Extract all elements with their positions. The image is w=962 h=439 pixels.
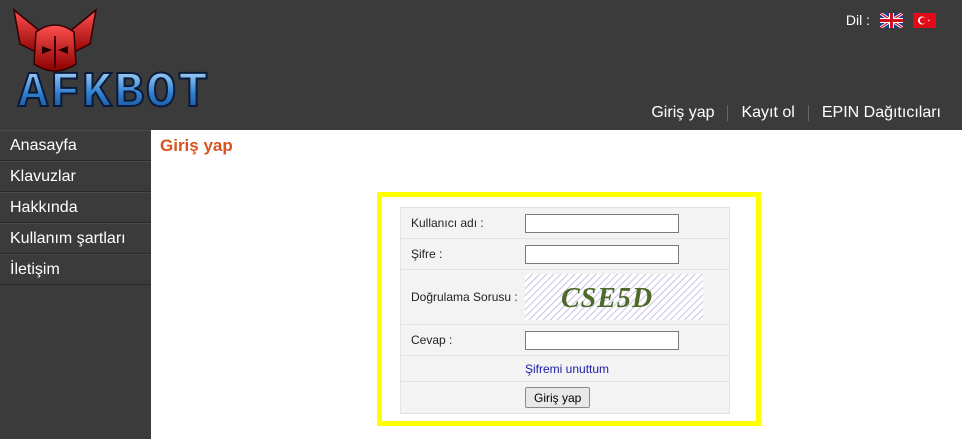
nav-separator: [807, 105, 809, 121]
nav-epin-distributors[interactable]: EPIN Dağıtıcıları: [822, 104, 941, 122]
sidebar: Anasayfa Klavuzlar Hakkında Kullanım şar…: [0, 130, 151, 439]
sidebar-item-terms[interactable]: Kullanım şartları: [0, 223, 151, 254]
login-highlight-frame: Kullanıcı adı : Şifre : Doğrulama Sorusu…: [377, 192, 761, 426]
language-label: Dil :: [845, 12, 870, 28]
submit-row: Giriş yap: [401, 382, 729, 413]
language-selector: Dil :: [846, 12, 936, 28]
top-navigation: Giriş yap Kayıt ol EPIN Dağıtıcıları: [651, 104, 941, 122]
nav-register[interactable]: Kayıt ol: [741, 104, 794, 122]
page-title: Giriş yap: [160, 136, 233, 155]
forgot-password-link[interactable]: Şifremi unuttum: [525, 362, 609, 376]
sidebar-item-guides[interactable]: Klavuzlar: [0, 161, 151, 192]
uk-flag-icon[interactable]: [880, 12, 903, 28]
nav-separator: [727, 105, 729, 121]
captcha-label: Doğrulama Sorusu :: [411, 290, 518, 304]
logo-text: AFKBOT: [18, 65, 210, 118]
captcha-image: CSE5D: [525, 274, 703, 320]
answer-row: Cevap :: [401, 325, 729, 356]
main-content: Giriş yap Kullanıcı adı : Şifre : Doğrul…: [151, 130, 962, 439]
login-button[interactable]: Giriş yap: [525, 387, 591, 408]
answer-label: Cevap :: [411, 333, 453, 347]
sidebar-item-contact[interactable]: İletişim: [0, 254, 151, 285]
password-label: Şifre :: [411, 247, 443, 261]
username-input[interactable]: [525, 213, 679, 233]
nav-login[interactable]: Giriş yap: [651, 104, 714, 122]
login-form: Kullanıcı adı : Şifre : Doğrulama Sorusu…: [400, 207, 730, 414]
password-input[interactable]: [525, 244, 679, 264]
forgot-row: Şifremi unuttum: [401, 356, 729, 382]
username-label: Kullanıcı adı :: [411, 216, 484, 230]
captcha-row: Doğrulama Sorusu : CSE5D: [401, 270, 729, 325]
turkey-flag-icon[interactable]: [913, 12, 936, 28]
captcha-text: CSE5D: [561, 283, 653, 314]
afkbot-logo[interactable]: AFKBOT: [6, 6, 236, 118]
username-row: Kullanıcı adı :: [401, 208, 729, 239]
header: AFKBOT Dil : Giriş yap Kayıt ol EPIN Dağ…: [0, 0, 962, 130]
answer-input[interactable]: [525, 330, 679, 350]
sidebar-item-home[interactable]: Anasayfa: [0, 130, 151, 161]
sidebar-item-about[interactable]: Hakkında: [0, 192, 151, 223]
password-row: Şifre :: [401, 239, 729, 270]
